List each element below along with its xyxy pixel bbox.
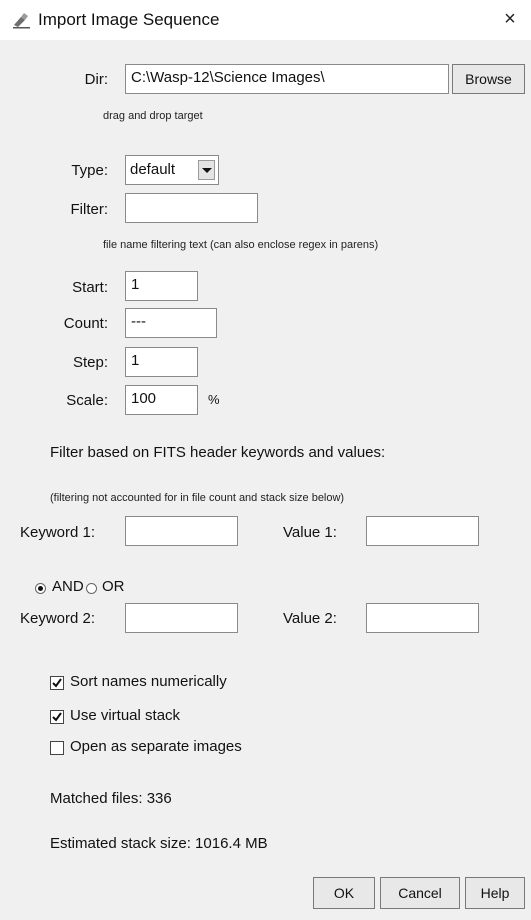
cancel-button[interactable]: Cancel xyxy=(380,877,460,909)
stack-size-text: Estimated stack size: 1016.4 MB xyxy=(50,835,268,852)
dir-input[interactable]: C:\Wasp-12\Science Images\ xyxy=(125,64,449,94)
microscope-icon xyxy=(13,13,30,29)
keyword1-input[interactable] xyxy=(125,516,238,546)
scale-input[interactable]: 100 xyxy=(125,385,198,415)
value2-label: Value 2: xyxy=(283,610,337,627)
or-label: OR xyxy=(102,578,125,595)
scale-label: Scale: xyxy=(66,392,108,409)
value1-label: Value 1: xyxy=(283,524,337,541)
filter-hint: file name filtering text (can also enclo… xyxy=(103,239,379,251)
separate-images-checkbox[interactable] xyxy=(50,741,64,755)
browse-button[interactable]: Browse xyxy=(452,64,525,94)
start-label: Start: xyxy=(72,279,108,296)
keyword2-label: Keyword 2: xyxy=(20,610,96,627)
virtual-stack-label: Use virtual stack xyxy=(70,707,181,724)
chevron-down-icon xyxy=(198,160,215,180)
scale-unit: % xyxy=(208,392,220,407)
title-bar: Import Image Sequence × xyxy=(0,0,531,40)
start-input[interactable]: 1 xyxy=(125,271,198,301)
filter-input[interactable] xyxy=(125,193,258,223)
ok-button[interactable]: OK xyxy=(313,877,375,909)
type-select-value: default xyxy=(130,161,176,178)
check-icon xyxy=(52,678,62,688)
value2-input[interactable] xyxy=(366,603,479,633)
check-icon xyxy=(52,712,62,722)
and-radio[interactable] xyxy=(35,583,46,594)
separate-images-label: Open as separate images xyxy=(70,738,242,755)
matched-files-text: Matched files: 336 xyxy=(50,790,172,807)
virtual-stack-checkbox[interactable] xyxy=(50,710,64,724)
keyword2-input[interactable] xyxy=(125,603,238,633)
sort-numerically-label: Sort names numerically xyxy=(70,673,227,690)
count-label: Count: xyxy=(63,315,108,332)
window-title: Import Image Sequence xyxy=(38,10,220,29)
help-button[interactable]: Help xyxy=(465,877,525,909)
filter-label: Filter: xyxy=(70,201,109,218)
drag-drop-hint: drag and drop target xyxy=(103,110,203,122)
value1-input[interactable] xyxy=(366,516,479,546)
fits-note: (filtering not accounted for in file cou… xyxy=(50,492,345,504)
fits-heading: Filter based on FITS header keywords and… xyxy=(50,444,386,461)
close-icon[interactable]: × xyxy=(495,6,525,32)
type-select[interactable]: default xyxy=(125,155,219,185)
type-label: Type: xyxy=(71,162,108,179)
or-radio[interactable] xyxy=(86,583,97,594)
keyword1-label: Keyword 1: xyxy=(20,524,96,541)
sort-numerically-checkbox[interactable] xyxy=(50,676,64,690)
step-input[interactable]: 1 xyxy=(125,347,198,377)
dir-label: Dir: xyxy=(84,71,108,88)
count-input[interactable]: --- xyxy=(125,308,217,338)
step-label: Step: xyxy=(72,354,108,371)
and-label: AND xyxy=(52,578,84,595)
